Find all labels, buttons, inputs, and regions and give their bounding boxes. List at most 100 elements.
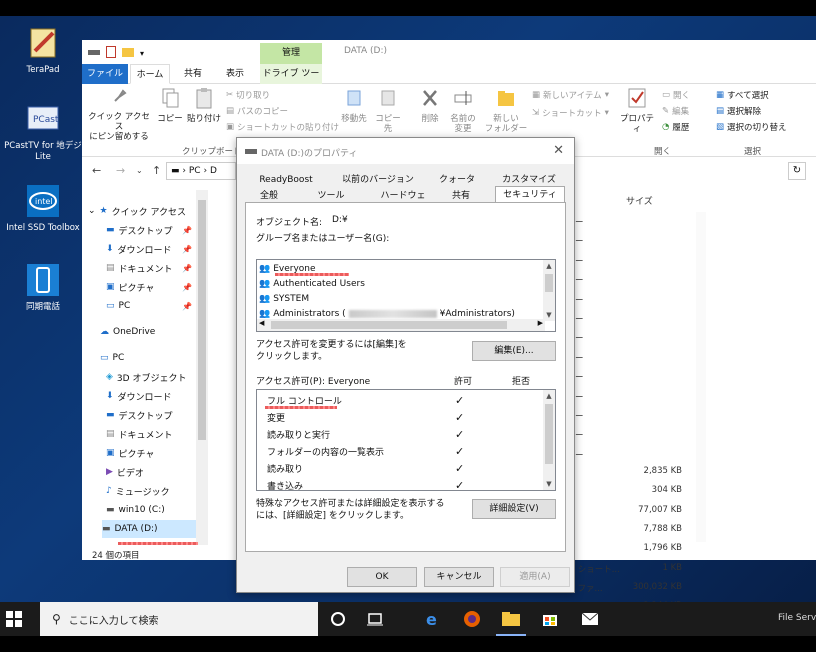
cancel-button[interactable]: キャンセル bbox=[424, 567, 494, 587]
back-arrow-icon[interactable]: ← bbox=[92, 164, 101, 177]
advanced-button[interactable]: 詳細設定(V) bbox=[472, 499, 556, 519]
mail-icon[interactable] bbox=[579, 609, 601, 629]
scroll-down-icon[interactable]: ▼ bbox=[543, 478, 555, 490]
nav-pictures-pc[interactable]: ▣ ピクチャ bbox=[106, 444, 154, 462]
nav-desktop-pc[interactable]: ▬ デスクトップ bbox=[106, 406, 173, 424]
scroll-up-icon[interactable]: ▲ bbox=[543, 390, 555, 402]
address-input[interactable]: ▬ › PC › D bbox=[166, 162, 236, 180]
nav-3d-objects[interactable]: ◈ 3D オブジェクト bbox=[106, 368, 186, 386]
nav-documents-pc[interactable]: ▤ ドキュメント bbox=[106, 425, 173, 443]
copy-button[interactable]: コピー bbox=[156, 87, 184, 124]
select-all-button[interactable]: ▦ すべて選択 bbox=[716, 89, 769, 101]
copy-to-button[interactable]: コピー先 bbox=[372, 87, 404, 134]
groups-vertical-scrollbar[interactable]: ▲ ▼ bbox=[543, 260, 555, 321]
properties-qat-icon[interactable] bbox=[106, 46, 116, 61]
nav-pc[interactable]: ▭ PC bbox=[100, 349, 124, 367]
store-icon[interactable] bbox=[539, 609, 561, 629]
tab-share[interactable]: 共有 bbox=[178, 64, 208, 84]
firefox-icon[interactable] bbox=[461, 609, 483, 629]
ok-button[interactable]: OK bbox=[347, 567, 417, 587]
desktop-icon-terapad[interactable]: TeraPad bbox=[3, 24, 83, 76]
select-none-button[interactable]: ▤ 選択解除 bbox=[716, 105, 761, 117]
pin-quick-access-button[interactable]: クイック アクセス にピン留めする bbox=[86, 87, 152, 142]
scrollbar-thumb[interactable] bbox=[545, 404, 553, 464]
group-item-authenticated-users[interactable]: 👥 Authenticated Users bbox=[259, 276, 365, 291]
taskbar-search[interactable]: ⚲ ここに入力して検索 bbox=[40, 602, 318, 636]
paste-button[interactable]: 貼り付け bbox=[186, 87, 222, 124]
edge-icon[interactable]: e bbox=[422, 609, 444, 629]
scrollbar-thumb[interactable] bbox=[271, 321, 507, 329]
history-button[interactable]: ◔ 履歴 bbox=[662, 121, 689, 133]
forward-arrow-icon[interactable]: → bbox=[116, 164, 125, 177]
new-item-button[interactable]: ▦ 新しいアイテム ▾ bbox=[532, 89, 609, 101]
permissions-vertical-scrollbar[interactable]: ▲ ▼ bbox=[543, 390, 555, 490]
cut-button[interactable]: ✂ 切り取り bbox=[226, 89, 270, 101]
document-icon: ▤ bbox=[106, 263, 115, 273]
group-item-system[interactable]: 👥 SYSTEM bbox=[259, 291, 309, 306]
tab-previous-versions[interactable]: 以前のバージョン bbox=[333, 172, 423, 188]
new-folder-qat-icon[interactable] bbox=[122, 47, 134, 60]
apply-button[interactable]: 適用(A) bbox=[500, 567, 570, 587]
scroll-left-icon[interactable]: ◀ bbox=[259, 319, 264, 327]
qat-dropdown-icon[interactable]: ▾ bbox=[140, 49, 144, 58]
close-icon[interactable]: ✕ bbox=[553, 143, 564, 158]
column-header-size[interactable]: サイズ bbox=[626, 194, 653, 207]
breadcrumb-d[interactable]: D bbox=[210, 166, 217, 176]
properties-button[interactable]: プロパティ bbox=[618, 87, 656, 134]
task-view-icon[interactable] bbox=[364, 609, 386, 629]
refresh-icon[interactable]: ↻ bbox=[788, 162, 806, 180]
tab-home[interactable]: ホーム bbox=[130, 64, 170, 84]
nav-pictures[interactable]: ▣ ピクチャ 📌 bbox=[106, 278, 196, 296]
recent-dropdown-icon[interactable]: ⌄ bbox=[136, 166, 143, 175]
edit-button[interactable]: ✎ 編集 bbox=[662, 105, 689, 117]
cortana-icon[interactable] bbox=[327, 609, 349, 629]
explorer-titlebar: ▾ 管理 DATA (D:) bbox=[82, 40, 816, 64]
tray-app-label[interactable]: File Serv bbox=[778, 613, 816, 623]
edit-button[interactable]: 編集(E)... bbox=[472, 341, 556, 361]
new-folder-button[interactable]: 新しい フォルダー bbox=[484, 87, 528, 134]
tab-quota[interactable]: クォータ bbox=[437, 172, 477, 188]
scroll-right-icon[interactable]: ▶ bbox=[538, 319, 543, 327]
nav-desktop[interactable]: ▬ デスクトップ 📌 bbox=[106, 221, 196, 239]
desktop-icon-phone-sync[interactable]: 同期電話 bbox=[3, 261, 83, 313]
up-arrow-icon[interactable]: ↑ bbox=[152, 164, 161, 177]
pc-icon: ▬ bbox=[171, 166, 180, 176]
scroll-up-icon[interactable]: ▲ bbox=[543, 260, 555, 272]
tab-view[interactable]: 表示 bbox=[220, 64, 250, 84]
delete-button[interactable]: 削除 bbox=[416, 87, 444, 124]
nav-scrollbar-thumb[interactable] bbox=[198, 200, 206, 440]
nav-win10-drive[interactable]: ▬ win10 (C:) bbox=[106, 501, 165, 519]
security-panel: オブジェクト名: D:¥ グループ名またはユーザー名(G): 👥 Everyone… bbox=[245, 202, 566, 552]
nav-music[interactable]: ♪ ミュージック bbox=[106, 482, 170, 500]
nav-scrollbar[interactable] bbox=[196, 190, 208, 545]
move-to-button[interactable]: 移動先 bbox=[338, 87, 370, 124]
start-button[interactable] bbox=[6, 611, 22, 630]
groups-listbox[interactable]: 👥 Everyone 👥 Authenticated Users 👥 SYSTEM 👥… bbox=[256, 259, 556, 332]
list-scrollbar[interactable] bbox=[696, 212, 706, 542]
desktop-icon-pcasttv[interactable]: PCast PCastTV for 地デジ Lite bbox=[3, 100, 83, 163]
shortcut-button[interactable]: ⇲ ショートカット ▾ bbox=[532, 107, 609, 119]
nav-onedrive[interactable]: ☁ OneDrive bbox=[100, 323, 155, 341]
download-icon: ⬇ bbox=[106, 391, 114, 401]
nav-data-drive[interactable]: ▬ DATA (D:) bbox=[102, 520, 196, 538]
nav-downloads[interactable]: ⬇ ダウンロード 📌 bbox=[106, 240, 196, 258]
invert-selection-button[interactable]: ▧ 選択の切り替え bbox=[716, 121, 787, 133]
nav-downloads-pc[interactable]: ⬇ ダウンロード bbox=[106, 387, 172, 405]
paste-shortcut-button[interactable]: ▣ ショートカットの貼り付け bbox=[226, 121, 339, 133]
nav-documents[interactable]: ▤ ドキュメント 📌 bbox=[106, 259, 196, 277]
tab-drive-tools[interactable]: ドライブ ツール bbox=[260, 64, 322, 99]
file-explorer-taskbar-icon[interactable] bbox=[500, 609, 522, 629]
open-button[interactable]: ▭ 開く bbox=[662, 89, 690, 101]
copy-path-button[interactable]: ▤ パスのコピー bbox=[226, 105, 288, 117]
permissions-listbox[interactable]: フル コントロール ✓ 変更 ✓ 読み取りと実行 ✓ フォルダーの内容の一覧表示 ✓ 読… bbox=[256, 389, 556, 491]
rename-button[interactable]: 名前の 変更 bbox=[446, 87, 480, 134]
tab-file[interactable]: ファイル bbox=[82, 64, 128, 84]
nav-quick-access[interactable]: ⌄ ★ クイック アクセス bbox=[88, 202, 186, 220]
scrollbar-thumb[interactable] bbox=[545, 274, 553, 292]
breadcrumb-pc[interactable]: PC bbox=[189, 166, 201, 176]
nav-pc-pinned[interactable]: ▭ PC 📌 bbox=[106, 297, 196, 315]
tab-readyboost[interactable]: ReadyBoost bbox=[249, 172, 323, 188]
nav-videos[interactable]: ▶ ビデオ bbox=[106, 463, 144, 481]
groups-horizontal-scrollbar[interactable]: ◀ ▶ bbox=[257, 319, 545, 331]
desktop-icon-intel-ssd[interactable]: intel Intel SSD Toolbox bbox=[3, 182, 83, 234]
